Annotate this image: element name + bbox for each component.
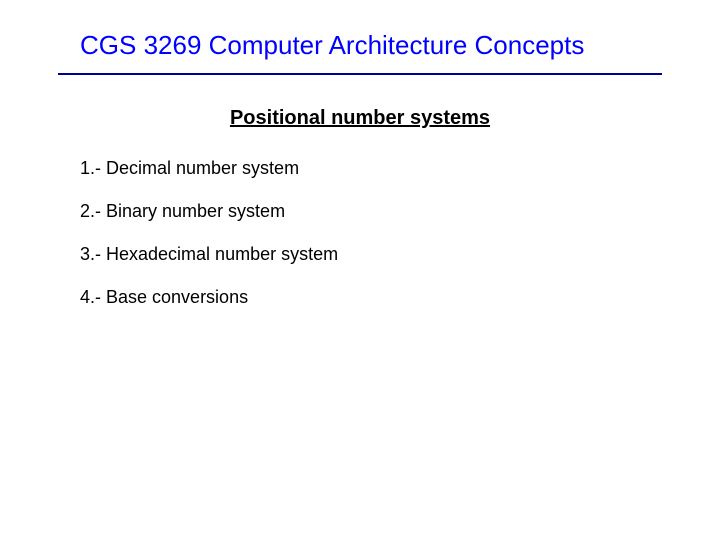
slide-subtitle: Positional number systems — [0, 107, 720, 130]
title-divider — [58, 73, 662, 75]
content-list: 1.- Decimal number system 2.- Binary num… — [0, 158, 720, 308]
list-item: 3.- Hexadecimal number system — [80, 244, 720, 265]
list-item: 4.- Base conversions — [80, 287, 720, 308]
slide-title: CGS 3269 Computer Architecture Concepts — [0, 0, 720, 73]
list-item: 1.- Decimal number system — [80, 158, 720, 179]
list-item: 2.- Binary number system — [80, 201, 720, 222]
